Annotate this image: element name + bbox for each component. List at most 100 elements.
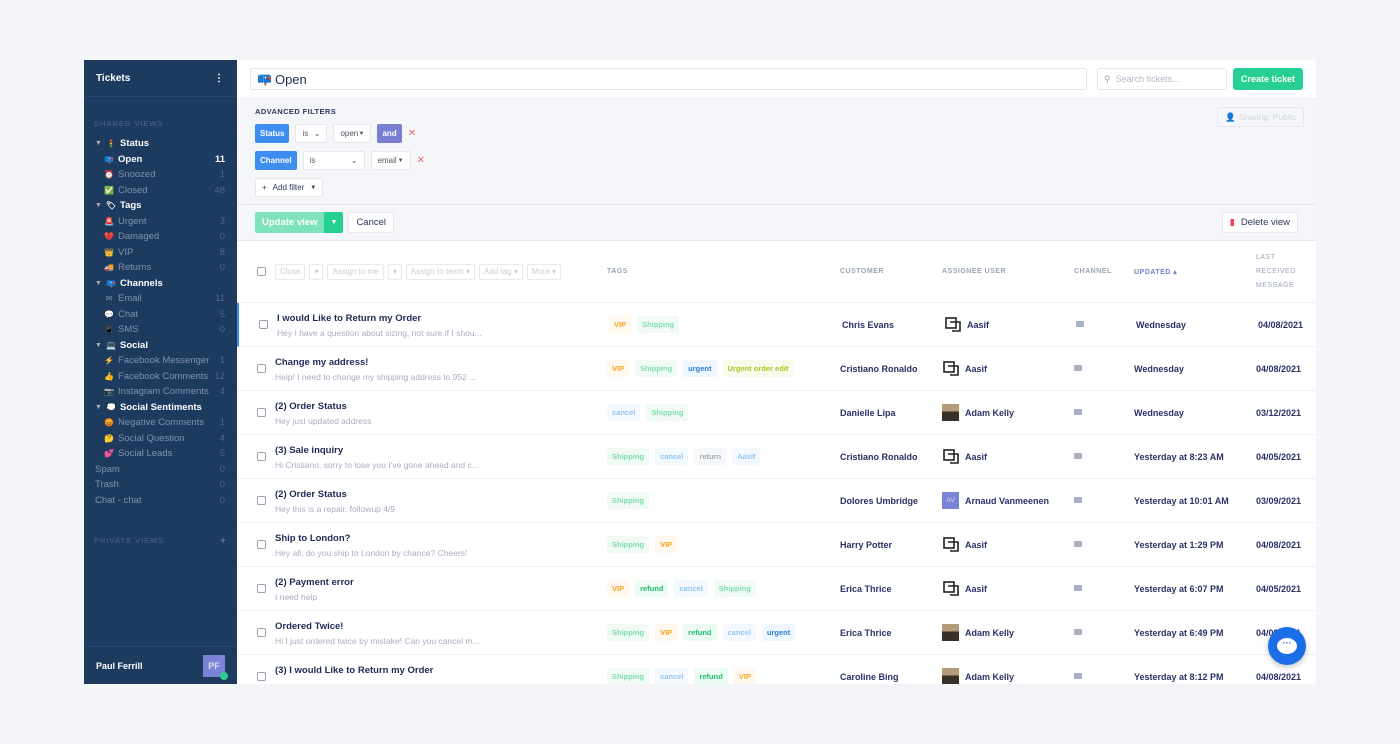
delete-view-button[interactable]: ▮ Delete view [1221, 212, 1298, 233]
tag-badge[interactable]: VIP [733, 668, 756, 684]
add-private-view-icon[interactable]: + [220, 536, 227, 547]
caret-down-icon[interactable]: ▾ [387, 263, 402, 280]
ticket-subject[interactable]: Ship to London? [275, 533, 350, 544]
avatar[interactable]: PF [203, 654, 228, 680]
column-assignee[interactable]: ASSIGNEE USER [942, 268, 1006, 275]
tag-badge[interactable]: refund [683, 624, 717, 641]
row-checkbox[interactable] [257, 584, 266, 593]
ticket-subject[interactable]: (2) Order Status [275, 401, 347, 412]
ticket-subject[interactable]: (2) Payment error [275, 577, 354, 588]
chat-launcher-button[interactable]: ··· [1268, 627, 1306, 665]
add-filter-button[interactable]: + Add filter ▼ [255, 178, 324, 197]
tag-badge[interactable]: Shipping [607, 492, 650, 509]
sidebar-item-facebook-messenger[interactable]: ⚡ Facebook Messenger 1 [84, 353, 237, 369]
sidebar-item-snoozed[interactable]: ⏰ Snoozed 1 [84, 167, 237, 183]
tag-badge[interactable]: cancel [655, 668, 689, 684]
assignee[interactable]: Adam Kelly [942, 668, 1014, 684]
sidebar-item-channels[interactable]: ▼ 📪 Channels [84, 276, 237, 292]
filter-operator-select[interactable]: is ⌄ [295, 124, 328, 143]
assignee[interactable]: Adam Kelly [942, 624, 1014, 641]
filter-field-status[interactable]: Status [255, 124, 290, 143]
caret-down-icon[interactable]: ▼ [95, 342, 105, 349]
tag-badge[interactable]: Shipping [607, 536, 650, 553]
assignee[interactable]: Adam Kelly [942, 404, 1014, 421]
filter-value-select[interactable]: open ▼ [333, 124, 372, 143]
sidebar-item-trash[interactable]: Trash 0 [84, 477, 237, 493]
customer-name[interactable]: Danielle Lipa [840, 408, 896, 418]
caret-down-icon[interactable]: ▼ [95, 202, 105, 209]
bulk-assign-to-me-button[interactable]: Assign to me [327, 263, 384, 280]
tag-badge[interactable]: refund [694, 668, 728, 684]
user-footer[interactable]: Paul Ferrill PF [84, 646, 237, 684]
table-row[interactable]: Ship to London? Hey all, do you ship to L… [237, 523, 1316, 567]
tag-badge[interactable]: Shipping [637, 316, 680, 333]
tag-badge[interactable]: VIP [655, 536, 678, 553]
sidebar-item-social-question[interactable]: 🤔 Social Question 4 [84, 431, 237, 447]
customer-name[interactable]: Cristiano Ronaldo [840, 364, 918, 374]
caret-down-icon[interactable]: ▾ [309, 263, 324, 280]
bulk-more-button[interactable]: More ▾ [526, 263, 562, 280]
tag-badge[interactable]: urgent [683, 360, 717, 377]
assignee[interactable]: Aasif [942, 536, 987, 553]
tag-badge[interactable]: return [694, 448, 727, 465]
bulk-assign-to-team-button[interactable]: Assign to team ▾ [405, 263, 475, 280]
tag-badge[interactable]: cancel [655, 448, 689, 465]
select-all-checkbox[interactable] [257, 267, 266, 276]
sidebar-item-chat-chat[interactable]: Chat - chat 0 [84, 493, 237, 509]
ticket-subject[interactable]: I would Like to Return my Order [277, 313, 421, 324]
tag-badge[interactable]: Shipping [635, 360, 678, 377]
assignee[interactable]: AV Arnaud Vanmeenen [942, 492, 1049, 509]
ticket-subject[interactable]: (2) Order Status [275, 489, 347, 500]
assignee[interactable]: Aasif [944, 316, 989, 333]
column-updated[interactable]: UPDATED ▴ [1134, 268, 1177, 276]
row-checkbox[interactable] [257, 408, 266, 417]
column-tags[interactable]: TAGS [607, 268, 628, 275]
tag-badge[interactable]: VIP [655, 624, 678, 641]
kebab-icon[interactable]: ⋮ [214, 73, 224, 84]
row-checkbox[interactable] [257, 496, 266, 505]
ticket-subject[interactable]: Ordered Twice! [275, 621, 343, 632]
table-row[interactable]: (3) I would Like to Return my Order Shipp… [237, 655, 1316, 684]
bulk-close-button[interactable]: Close [275, 263, 306, 280]
sidebar-item-vip[interactable]: 👑 VIP 8 [84, 245, 237, 261]
conjunction-button[interactable]: and [377, 124, 402, 143]
sidebar-item-sms[interactable]: 📱 SMS 0 [84, 322, 237, 338]
filter-value-select[interactable]: email ▼ [370, 151, 411, 170]
customer-name[interactable]: Chris Evans [842, 320, 894, 330]
tag-badge[interactable]: Shipping [607, 668, 650, 684]
caret-down-icon[interactable]: ▼ [324, 212, 344, 233]
row-checkbox[interactable] [259, 320, 268, 329]
row-checkbox[interactable] [257, 364, 266, 373]
caret-down-icon[interactable]: ▼ [95, 140, 105, 147]
update-view-button[interactable]: Update view ▼ [255, 212, 344, 233]
table-row[interactable]: I would Like to Return my Order Hey I hav… [237, 303, 1316, 347]
column-channel[interactable]: CHANNEL [1074, 268, 1112, 275]
customer-name[interactable]: Cristiano Ronaldo [840, 452, 918, 462]
tag-badge[interactable]: Aasif [732, 448, 761, 465]
view-title-input[interactable]: 📪 Open [250, 68, 1087, 90]
filter-field-channel[interactable]: Channel [255, 151, 297, 170]
ticket-subject[interactable]: (3) I would Like to Return my Order [275, 665, 433, 676]
caret-down-icon[interactable]: ▼ [95, 404, 105, 411]
caret-down-icon[interactable]: ▼ [95, 280, 105, 287]
sidebar-item-social[interactable]: ▼ 💻 Social [84, 338, 237, 354]
table-row[interactable]: Change my address! Help! I need to change… [237, 347, 1316, 391]
table-row[interactable]: (2) Order Status Hey this is a repair, fo… [237, 479, 1316, 523]
column-last-received[interactable]: LAST RECEIVED MESSAGE [1256, 251, 1296, 293]
tag-badge[interactable]: Urgent order edit [722, 360, 794, 377]
table-row[interactable]: (3) Sale inquiry Hi Cristiano, sorry to l… [237, 435, 1316, 479]
sidebar-item-instagram-comments[interactable]: 📷 Instagram Comments 4 [84, 384, 237, 400]
table-row[interactable]: (2) Payment error I need help VIP refund can… [237, 567, 1316, 611]
sharing-button[interactable]: 👤 Sharing: Public [1217, 107, 1304, 127]
sidebar-item-negative-comments[interactable]: 😡 Negative Comments 1 [84, 415, 237, 431]
row-checkbox[interactable] [257, 540, 266, 549]
column-customer[interactable]: CUSTOMER [840, 268, 884, 275]
row-checkbox[interactable] [257, 628, 266, 637]
remove-filter-icon[interactable]: ✕ [417, 155, 425, 166]
assignee[interactable]: Aasif [942, 360, 987, 377]
create-ticket-button[interactable]: Create ticket [1232, 68, 1303, 90]
sidebar-item-damaged[interactable]: 💔 Damaged 0 [84, 229, 237, 245]
table-row[interactable]: (2) Order Status Hey just updated address… [237, 391, 1316, 435]
table-row[interactable]: Ordered Twice! Hi I just ordered twice by… [237, 611, 1316, 655]
ticket-subject[interactable]: Change my address! [275, 357, 368, 368]
